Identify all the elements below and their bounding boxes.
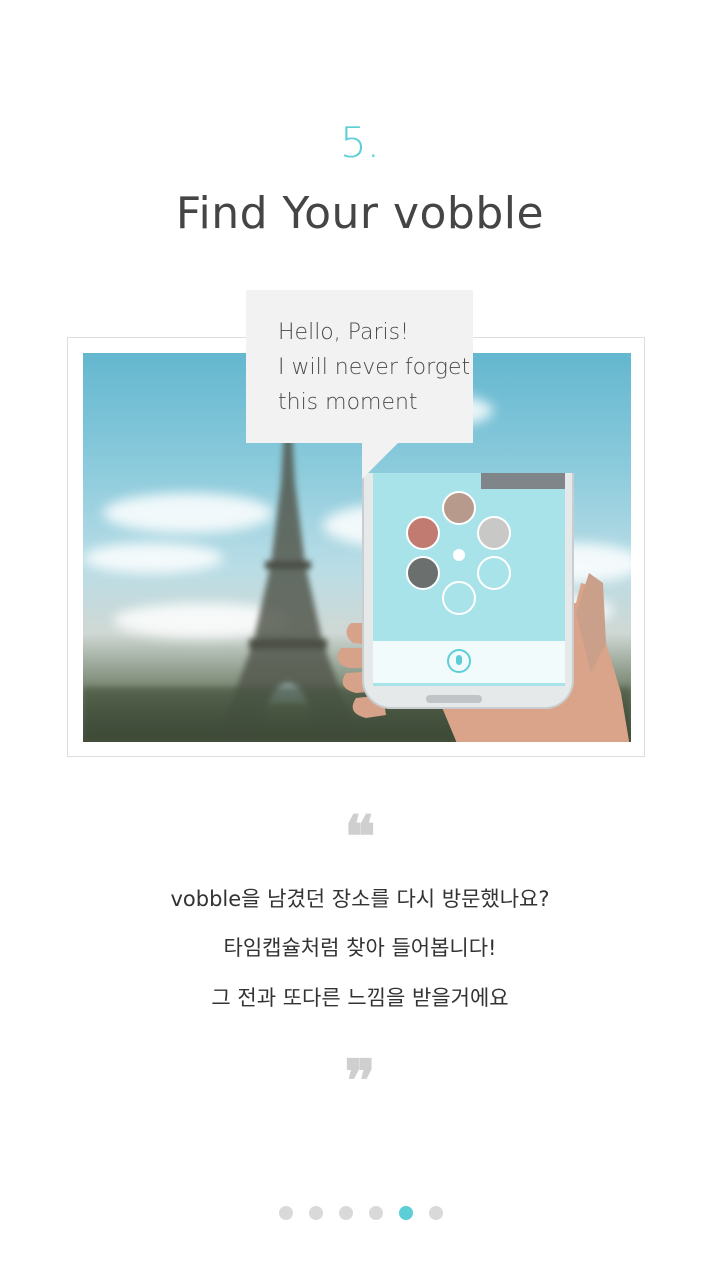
page-indicator xyxy=(279,1206,443,1220)
bubble-line-2: I will never forget xyxy=(278,355,471,380)
bubble-line-3: this moment xyxy=(278,390,418,415)
hand-with-phone-image xyxy=(337,473,630,742)
description-line-3: 그 전과 또다른 느낌을 받을거에요 xyxy=(211,986,509,1010)
page-dot-3[interactable] xyxy=(339,1206,353,1220)
bubble-line-1: Hello, Paris! xyxy=(278,320,409,345)
page-dot-6[interactable] xyxy=(429,1206,443,1220)
description-line-1: vobble을 남겼던 장소를 다시 방문했나요? xyxy=(170,887,550,911)
speech-bubble-tail xyxy=(362,443,398,479)
page-dot-5-active[interactable] xyxy=(399,1206,413,1220)
description-line-2: 타임캡슐처럼 찾아 들어봅니다! xyxy=(223,936,497,960)
page-dot-2[interactable] xyxy=(309,1206,323,1220)
close-quote-icon: ❞ xyxy=(344,1047,376,1115)
page-dot-1[interactable] xyxy=(279,1206,293,1220)
page-dot-4[interactable] xyxy=(369,1206,383,1220)
step-number: 5. xyxy=(339,118,381,167)
speech-bubble: Hello, Paris! I will never forget this m… xyxy=(246,290,473,443)
open-quote-icon: ❝ xyxy=(344,803,376,871)
page-title: Find Your vobble xyxy=(175,188,545,239)
